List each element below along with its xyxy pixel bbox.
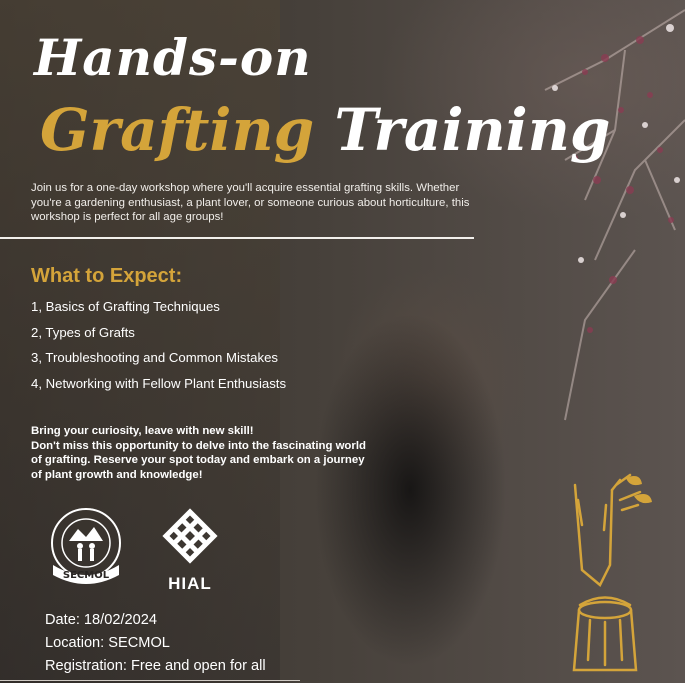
list-item: 4, Networking with Fellow Plant Enthusia… xyxy=(31,375,287,391)
hial-logo-text: HIAL xyxy=(168,574,212,593)
secmol-logo-text: SECMOL xyxy=(63,570,110,581)
bottom-rule xyxy=(0,680,300,681)
expect-list: 1, Basics of Grafting Techniques 2, Type… xyxy=(31,297,286,399)
title-line1: Hands-on xyxy=(34,28,312,87)
grafting-illustration-icon xyxy=(572,473,652,672)
list-item: 2, Types of Grafts xyxy=(31,324,135,340)
title-line2: Grafting Training xyxy=(40,88,610,172)
tagline: Bring your curiosity, leave with new ski… xyxy=(31,424,371,482)
divider-line xyxy=(0,237,474,239)
list-item: 3, Troubleshooting and Common Mistakes xyxy=(31,350,279,365)
event-details: Date: 18/02/2024 Location: SECMOL Regist… xyxy=(45,609,266,678)
title-rest-word: Training xyxy=(334,96,611,164)
event-date: Date: 18/02/2024 xyxy=(45,612,157,628)
event-registration: Registration: Free and open for all xyxy=(45,658,266,674)
hial-logo: HIAL xyxy=(150,505,230,594)
intro-paragraph: Join us for a one-day workshop where you… xyxy=(31,182,470,223)
list-item: 1, Basics of Grafting Techniques xyxy=(31,299,220,314)
event-location: Location: SECMOL xyxy=(45,635,170,651)
title-accent-word: Grafting xyxy=(40,96,315,164)
what-to-expect-heading: What to Expect: xyxy=(31,265,183,287)
tagline-line1: Bring your curiosity, leave with new ski… xyxy=(31,425,254,437)
secmol-logo: SECMOL xyxy=(45,505,127,592)
tagline-line2: Don't miss this opportunity to delve int… xyxy=(31,439,366,481)
blossom-branches-illustration xyxy=(544,9,685,421)
endless-knot-icon xyxy=(162,508,218,564)
